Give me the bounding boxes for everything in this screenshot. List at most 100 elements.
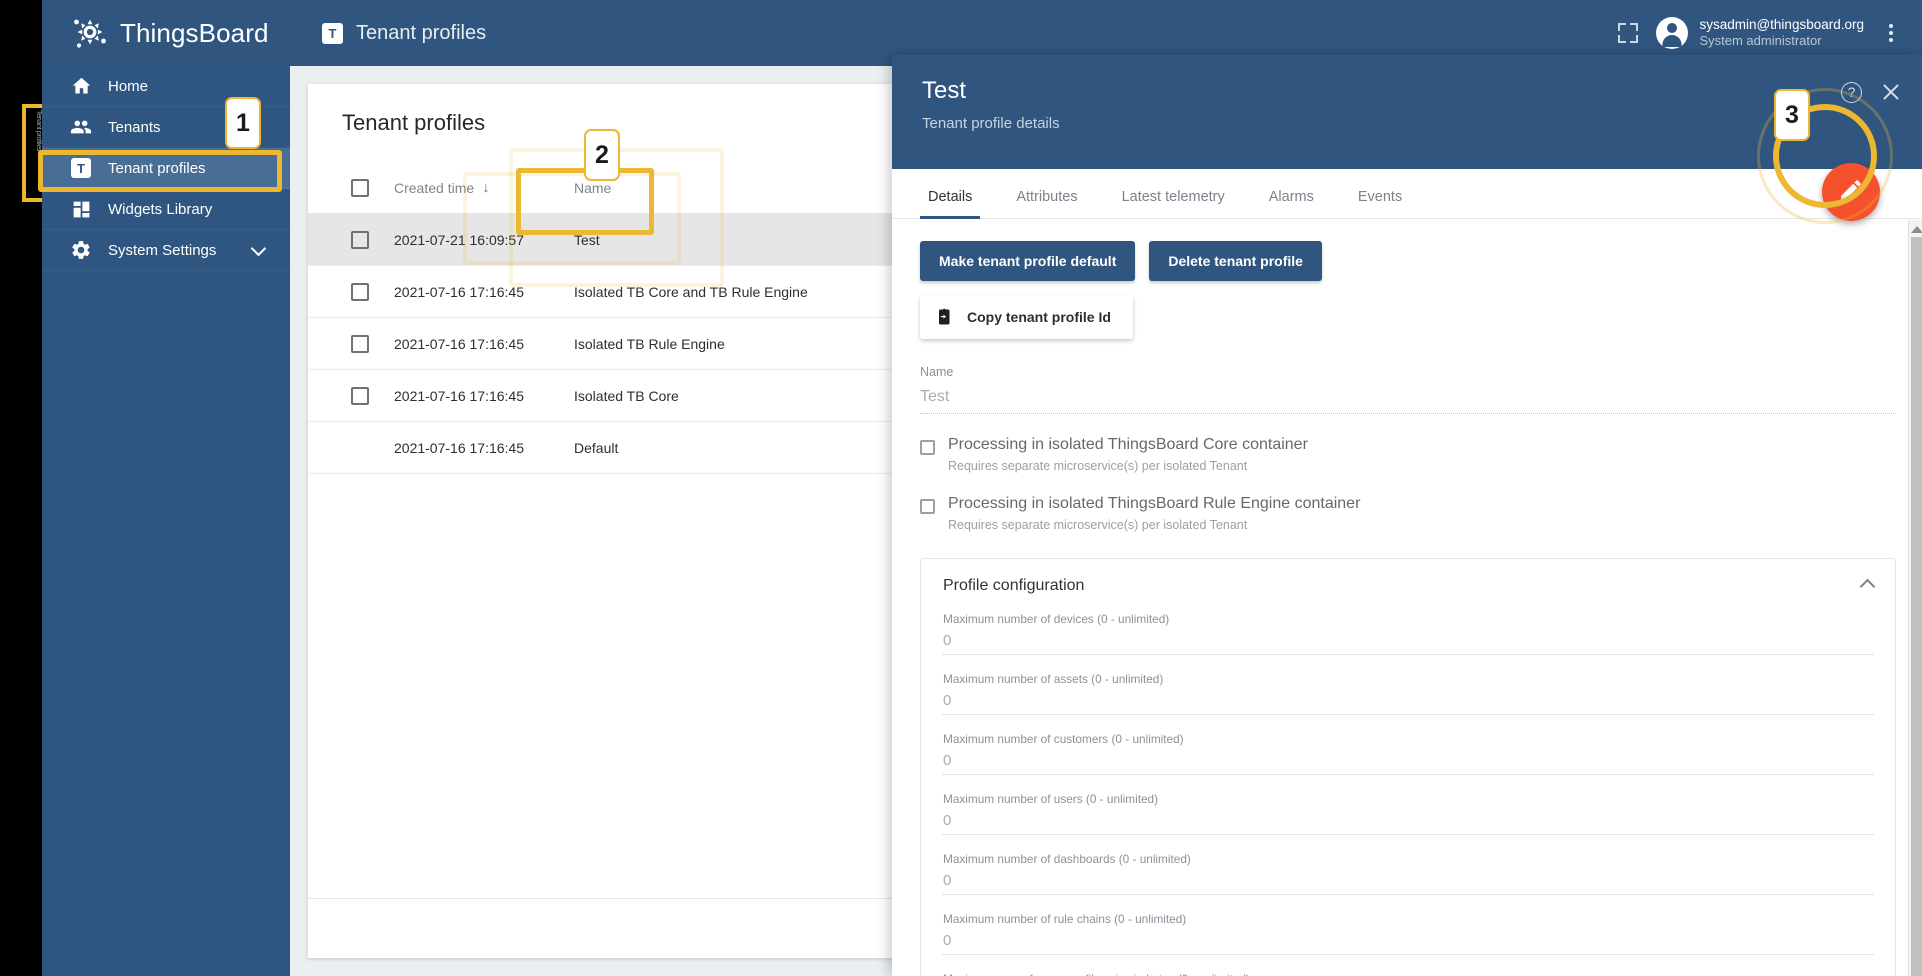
details-panel-header: Test Tenant profile details ? [892, 55, 1922, 169]
account-block[interactable]: sysadmin@thingsboard.org System administ… [1656, 16, 1864, 50]
field-value[interactable]: 0 [943, 626, 1873, 655]
account-text: sysadmin@thingsboard.org System administ… [1699, 16, 1864, 50]
widgets-icon [70, 198, 92, 220]
sidebar-item-label: Widgets Library [108, 201, 212, 218]
scrollbar-thumb[interactable] [1911, 237, 1922, 976]
field-value[interactable]: 0 [943, 866, 1873, 895]
pencil-edit-icon [1838, 177, 1864, 208]
sidebar-item-label: Home [108, 78, 148, 95]
details-scrollbar[interactable] [1908, 220, 1922, 976]
copy-tenant-profile-id-button[interactable]: Copy tenant profile Id [920, 295, 1133, 339]
people-icon [70, 116, 92, 138]
fullscreen-icon[interactable] [1618, 23, 1638, 43]
details-tabs: Details Attributes Latest telemetry Alar… [892, 169, 1922, 219]
annotation-left-vertical-text: Tenant profiles [26, 110, 42, 198]
max-dashboards-field[interactable]: Maximum number of dashboards (0 - unlimi… [943, 852, 1873, 895]
field-value[interactable]: 0 [943, 746, 1873, 775]
edit-fab-button[interactable] [1822, 163, 1880, 221]
sidebar-item-tenants[interactable]: Tenants [42, 107, 290, 148]
select-all-cell[interactable] [326, 179, 394, 197]
brand-name: ThingsBoard [120, 18, 269, 49]
sidebar-item-label: Tenants [108, 119, 161, 136]
field-value[interactable]: 0 [943, 686, 1873, 715]
sidebar-item-widgets-library[interactable]: Widgets Library [42, 189, 290, 230]
field-value[interactable]: 0 [943, 806, 1873, 835]
name-field-value[interactable]: Test [920, 379, 1896, 414]
tab-alarms[interactable]: Alarms [1247, 189, 1336, 218]
arrow-down-icon: ↓ [482, 179, 490, 196]
close-icon[interactable] [1880, 81, 1902, 103]
details-header-actions: ? [1841, 81, 1902, 103]
details-panel: Test Tenant profile details ? Details At… [892, 55, 1922, 976]
sidebar-item-system-settings[interactable]: System Settings [42, 230, 290, 271]
profile-configuration-title: Profile configuration [943, 577, 1873, 595]
max-resource-files-size-field[interactable]: Maximum sum of resource files size in by… [943, 972, 1873, 976]
sidebar-item-home[interactable]: Home [42, 66, 290, 107]
tab-events[interactable]: Events [1336, 189, 1424, 218]
sidebar-item-label: Tenant profiles [108, 160, 206, 177]
row-checkbox-cell[interactable] [326, 387, 394, 405]
max-users-field[interactable]: Maximum number of users (0 - unlimited) … [943, 792, 1873, 835]
row-checkbox-cell[interactable] [326, 283, 394, 301]
row-checkbox[interactable] [351, 335, 369, 353]
help-icon[interactable]: ? [1841, 82, 1862, 103]
details-subtitle: Tenant profile details [922, 115, 1922, 132]
name-field-label: Name [920, 365, 1896, 379]
tenant-profile-chip-icon: T [322, 23, 343, 44]
isolated-core-checkbox[interactable] [920, 440, 935, 455]
max-devices-field[interactable]: Maximum number of devices (0 - unlimited… [943, 612, 1873, 655]
field-label: Maximum number of users (0 - unlimited) [943, 792, 1873, 806]
copy-id-label: Copy tenant profile Id [967, 309, 1111, 325]
screenshot-root: Tenant profiles [0, 0, 1922, 976]
isolated-rule-engine-label: Processing in isolated ThingsBoard Rule … [948, 495, 1360, 513]
isolated-rule-engine-hint: Requires separate microservice(s) per is… [948, 518, 1360, 532]
row-checkbox-cell[interactable] [326, 335, 394, 353]
isolated-core-checkbox-row[interactable]: Processing in isolated ThingsBoard Core … [920, 436, 1896, 473]
clipboard-icon [936, 307, 954, 327]
field-label: Maximum number of rule chains (0 - unlim… [943, 912, 1873, 926]
home-icon [70, 75, 92, 97]
tab-details[interactable]: Details [906, 189, 994, 218]
tab-latest-telemetry[interactable]: Latest telemetry [1100, 189, 1247, 218]
profile-configuration-section: Profile configuration Maximum number of … [920, 558, 1896, 976]
row-checkbox[interactable] [351, 231, 369, 249]
brand-logo-block[interactable]: ThingsBoard [42, 0, 290, 66]
sidebar-item-tenant-profiles[interactable]: T Tenant profiles [42, 148, 290, 189]
toolbar-title: Tenant profiles [356, 22, 486, 45]
details-action-buttons: Make tenant profile default Delete tenan… [920, 241, 1896, 281]
cell-created-time: 2021-07-16 17:16:45 [394, 336, 574, 352]
field-value[interactable]: 0 [943, 926, 1873, 955]
isolated-rule-engine-checkbox[interactable] [920, 499, 935, 514]
isolated-rule-engine-checkbox-row[interactable]: Processing in isolated ThingsBoard Rule … [920, 495, 1896, 532]
select-all-checkbox[interactable] [351, 179, 369, 197]
cell-created-time: 2021-07-16 17:16:45 [394, 388, 574, 404]
toolbar-title-block: T Tenant profiles [290, 22, 1618, 45]
application-window: ThingsBoard T Tenant profiles sysadmin@t… [42, 0, 1922, 976]
max-assets-field[interactable]: Maximum number of assets (0 - unlimited)… [943, 672, 1873, 715]
cell-created-time: 2021-07-16 17:16:45 [394, 440, 574, 456]
field-label: Maximum sum of resource files size in by… [943, 972, 1873, 976]
column-header-created-time[interactable]: Created time ↓ [394, 179, 574, 196]
user-email: sysadmin@thingsboard.org [1699, 16, 1864, 33]
name-field[interactable]: Name Test [920, 365, 1896, 414]
scroll-up-arrow-icon[interactable] [1911, 226, 1922, 233]
column-header-label: Created time [394, 180, 474, 196]
sidebar-item-label: System Settings [108, 242, 216, 259]
column-header-label: Name [574, 180, 611, 196]
field-label: Maximum number of customers (0 - unlimit… [943, 732, 1873, 746]
delete-tenant-profile-button[interactable]: Delete tenant profile [1149, 241, 1322, 281]
max-customers-field[interactable]: Maximum number of customers (0 - unlimit… [943, 732, 1873, 775]
chevron-down-icon[interactable] [251, 240, 267, 256]
max-rule-chains-field[interactable]: Maximum number of rule chains (0 - unlim… [943, 912, 1873, 955]
sidebar-nav: Home Tenants T Tenant profiles Widgets L… [42, 66, 290, 976]
more-vert-icon[interactable] [1882, 22, 1900, 44]
row-checkbox[interactable] [351, 387, 369, 405]
details-body: Make tenant profile default Delete tenan… [892, 219, 1922, 976]
tab-attributes[interactable]: Attributes [994, 189, 1099, 218]
account-circle-icon [1656, 17, 1688, 49]
make-tenant-profile-default-button[interactable]: Make tenant profile default [920, 241, 1135, 281]
top-bar-right: sysadmin@thingsboard.org System administ… [1618, 16, 1922, 50]
cell-created-time: 2021-07-21 16:09:57 [394, 232, 574, 248]
row-checkbox-cell[interactable] [326, 231, 394, 249]
row-checkbox[interactable] [351, 283, 369, 301]
